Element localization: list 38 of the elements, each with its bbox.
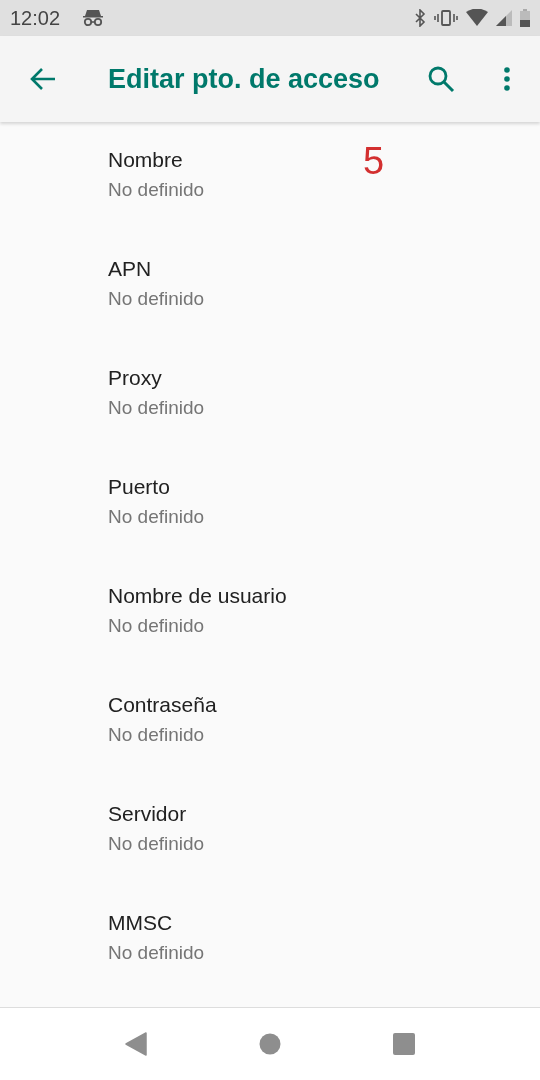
settings-item[interactable]: Nombre de usuario No definido bbox=[0, 558, 540, 667]
setting-summary: No definido bbox=[108, 832, 205, 856]
setting-title: Puerto bbox=[108, 474, 170, 500]
back-button[interactable] bbox=[28, 67, 58, 91]
screen-title: Editar pto. de acceso bbox=[108, 63, 381, 95]
setting-summary: No definido bbox=[108, 941, 205, 965]
bluetooth-icon bbox=[414, 9, 426, 27]
setting-summary: No definido bbox=[108, 723, 205, 747]
search-button[interactable] bbox=[426, 65, 456, 93]
settings-item[interactable]: MMSC No definido bbox=[0, 885, 540, 994]
signal-icon bbox=[496, 9, 512, 27]
settings-item[interactable]: Servidor No definido bbox=[0, 776, 540, 885]
setting-summary: No definido bbox=[108, 614, 205, 638]
setting-summary: No definido bbox=[108, 396, 205, 420]
settings-item[interactable]: Nombre No definido 5 bbox=[0, 122, 540, 231]
more-options-button[interactable] bbox=[502, 67, 512, 91]
setting-title: Nombre bbox=[108, 147, 183, 173]
settings-item[interactable]: Puerto No definido bbox=[0, 449, 540, 558]
wifi-icon bbox=[466, 9, 488, 27]
setting-title: Proxy bbox=[108, 365, 162, 391]
setting-title: MMSC bbox=[108, 910, 173, 936]
setting-title: APN bbox=[108, 256, 152, 282]
back-nav-icon[interactable] bbox=[125, 1032, 147, 1056]
annotation-number: 5 bbox=[363, 140, 385, 183]
vibrate-icon bbox=[434, 9, 458, 27]
home-nav-icon[interactable] bbox=[259, 1033, 281, 1055]
incognito-icon bbox=[82, 9, 105, 27]
setting-summary: No definido bbox=[108, 178, 205, 202]
settings-item[interactable]: Contraseña No definido bbox=[0, 667, 540, 776]
battery-icon bbox=[520, 9, 530, 27]
setting-title: Servidor bbox=[108, 801, 187, 827]
settings-item[interactable]: Proxy No definido bbox=[0, 340, 540, 449]
setting-title: Nombre de usuario bbox=[108, 583, 287, 609]
setting-summary: No definido bbox=[108, 505, 205, 529]
settings-item[interactable]: APN No definido bbox=[0, 231, 540, 340]
setting-title: Contraseña bbox=[108, 692, 217, 718]
clock: 12:02 bbox=[10, 6, 61, 30]
setting-summary: No definido bbox=[108, 287, 205, 311]
